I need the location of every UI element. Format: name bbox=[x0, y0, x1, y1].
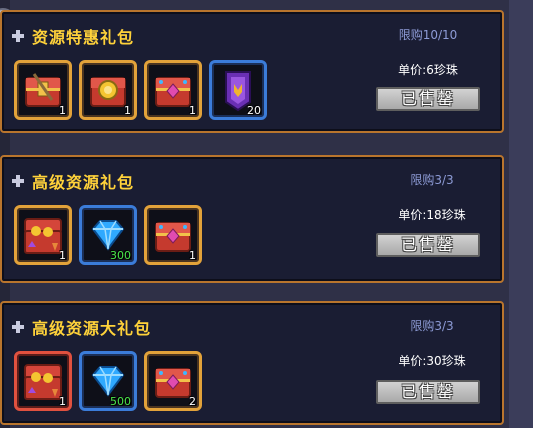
chest-gem-icon bbox=[155, 222, 191, 252]
unit-price: 单价:18珍珠 bbox=[398, 208, 466, 222]
item-slot[interactable]: 20 bbox=[209, 60, 267, 120]
item-quantity: 2 bbox=[189, 395, 196, 408]
item-slot[interactable]: 2 bbox=[144, 351, 202, 411]
treasure-chest-open-icon bbox=[24, 218, 62, 254]
item-slot[interactable]: 1 bbox=[14, 205, 72, 265]
pack-title-text: 资源特惠礼包 bbox=[32, 28, 135, 47]
item-quantity: 1 bbox=[189, 104, 196, 117]
pack-title: 高级资源大礼包 bbox=[12, 315, 151, 339]
plus-icon bbox=[12, 321, 24, 333]
chest-gem-icon bbox=[155, 368, 191, 398]
item-slot[interactable]: 300 bbox=[79, 205, 137, 265]
item-slot[interactable]: 1 bbox=[14, 60, 72, 120]
sold-out-button[interactable]: 已售罄 bbox=[376, 233, 480, 257]
item-quantity: 1 bbox=[59, 249, 66, 262]
unit-price: 单价:6珍珠 bbox=[398, 63, 458, 77]
item-slot[interactable]: 1 bbox=[144, 205, 202, 265]
chest-gem-icon bbox=[155, 77, 191, 107]
item-quantity: 1 bbox=[189, 249, 196, 262]
item-list: 1 500 2 bbox=[14, 351, 202, 411]
sold-out-button[interactable]: 已售罄 bbox=[376, 380, 480, 404]
treasure-chest-open-icon bbox=[24, 364, 62, 400]
background-right-strip bbox=[509, 0, 533, 428]
item-quantity: 20 bbox=[247, 104, 261, 117]
item-quantity: 1 bbox=[59, 395, 66, 408]
unit-price: 单价:30珍珠 bbox=[398, 354, 466, 368]
gift-pack-card: 高级资源礼包 1 300 1 限购3/3 单价:18珍珠 已售罄 bbox=[0, 155, 504, 283]
item-list: 1 300 1 bbox=[14, 205, 202, 265]
pack-title: 高级资源礼包 bbox=[12, 169, 134, 193]
purchase-limit: 限购3/3 bbox=[410, 173, 454, 187]
item-list: 1 1 1 20 bbox=[14, 60, 267, 120]
item-slot[interactable]: 500 bbox=[79, 351, 137, 411]
chest-gold-icon bbox=[25, 73, 61, 107]
item-quantity: 1 bbox=[124, 104, 131, 117]
item-slot[interactable]: 1 bbox=[79, 60, 137, 120]
plus-icon bbox=[12, 175, 24, 187]
purchase-limit: 限购10/10 bbox=[398, 28, 458, 42]
item-quantity: 300 bbox=[110, 249, 131, 262]
sold-out-button[interactable]: 已售罄 bbox=[376, 87, 480, 111]
item-slot[interactable]: 1 bbox=[14, 351, 72, 411]
chest-coin-icon bbox=[90, 77, 126, 107]
pack-title-text: 高级资源大礼包 bbox=[32, 319, 152, 338]
item-quantity: 500 bbox=[110, 395, 131, 408]
item-quantity: 1 bbox=[59, 104, 66, 117]
pack-title: 资源特惠礼包 bbox=[12, 24, 134, 48]
pack-title-text: 高级资源礼包 bbox=[32, 173, 135, 192]
item-slot[interactable]: 1 bbox=[144, 60, 202, 120]
plus-icon bbox=[12, 30, 24, 42]
gift-pack-card: 资源特惠礼包 1 1 1 20 限购10/10 单价:6珍珠 已售罄 bbox=[0, 10, 504, 133]
purchase-limit: 限购3/3 bbox=[410, 319, 454, 333]
gift-pack-card: 高级资源大礼包 1 500 2 限购3/3 单价:30珍珠 已售罄 bbox=[0, 301, 504, 425]
